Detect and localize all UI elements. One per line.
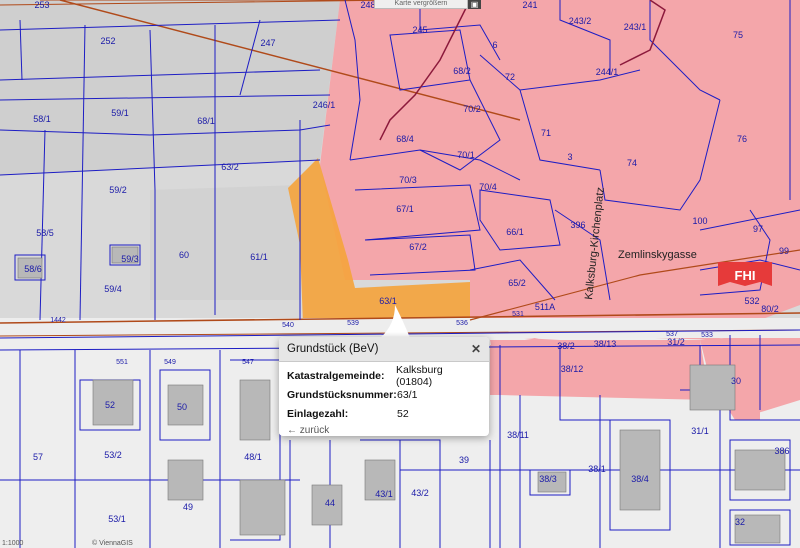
parcel-label: 60 <box>179 250 189 260</box>
parcel-label: 38/2 <box>557 341 575 351</box>
parcel-label: 30 <box>731 376 741 386</box>
parcel-label: 38/4 <box>631 474 649 484</box>
parcel-label: 44 <box>325 498 335 508</box>
parcel-label: 386 <box>774 446 789 456</box>
back-link[interactable]: ← zurück <box>279 423 489 436</box>
parcel-label: 53/2 <box>104 450 122 460</box>
parcel-label: 58/5 <box>36 228 54 238</box>
parcel-label: 247 <box>260 38 275 48</box>
parcel-label: 536 <box>456 320 468 327</box>
parcel-label: 70/3 <box>399 175 417 185</box>
parcel-label: 547 <box>242 359 254 366</box>
popup-value: Kalksburg (01804) <box>395 363 443 388</box>
parcel-label: 38/13 <box>594 339 617 349</box>
popup-row: Grundstücksnummer: 63/1 <box>279 385 489 404</box>
map-canvas[interactable]: 253 248 245 241 243/2 243/1 75 252 247 6… <box>0 0 800 548</box>
parcel-label: 70/4 <box>479 182 497 192</box>
parcel-label: 38/1 <box>588 464 606 474</box>
attribution-label: © ViennaGIS <box>92 540 133 547</box>
parcel-label: 52 <box>105 400 115 410</box>
parcel-label: 243/1 <box>624 22 647 32</box>
parcel-label: 3 <box>567 152 572 162</box>
parcel-label: 38/3 <box>539 474 557 484</box>
popup-key: Grundstücksnummer: <box>287 388 397 401</box>
parcel-label: 58/1 <box>33 114 51 124</box>
parcel-label: 6 <box>492 40 497 50</box>
cadastral-map[interactable]: 253 248 245 241 243/2 243/1 75 252 247 6… <box>0 0 800 548</box>
parcel-label: 67/2 <box>409 242 427 252</box>
popup-value: 52 <box>397 407 409 420</box>
parcel-label: 59/2 <box>109 185 127 195</box>
parcel-label: 1442 <box>50 317 66 324</box>
parcel-label: 80/2 <box>761 304 779 314</box>
parcel-label: 38/11 <box>507 430 529 440</box>
parcel-label: 99 <box>779 246 789 256</box>
parcel-label: 43/2 <box>411 488 429 498</box>
parcel-label: 53/1 <box>108 514 126 524</box>
parcel-label: 58/6 <box>24 264 42 274</box>
parcel-label: 245 <box>412 25 427 35</box>
parcel-label: 76 <box>737 134 747 144</box>
parcel-label: 531 <box>512 311 524 318</box>
parcel-label: 39 <box>459 455 469 465</box>
popup-header: Grundstück (BeV) ✕ <box>279 337 489 362</box>
parcel-label: 59/1 <box>111 108 129 118</box>
parcel-label: 246/1 <box>313 100 336 110</box>
street-label-zemlinskygasse: Zemlinskygasse <box>618 249 697 261</box>
parcel-label: 50 <box>177 402 187 412</box>
parcel-label: 70/2 <box>463 104 481 114</box>
parcel-label: 72 <box>505 72 515 82</box>
parcel-label: 59/4 <box>104 284 122 294</box>
parcel-label: 540 <box>282 322 294 329</box>
popup-title: Grundstück (BeV) <box>287 343 379 355</box>
parcel-label: 532 <box>744 296 759 306</box>
parcel-label: 71 <box>541 128 551 138</box>
logo-text: FHI <box>735 268 756 283</box>
parcel-label: 244/1 <box>596 67 619 77</box>
parcel-label: 61/1 <box>250 252 268 262</box>
parcel-label: 38/12 <box>561 364 584 374</box>
popup-value: 63/1 <box>397 388 418 401</box>
parcel-label: 63/1 <box>379 296 397 306</box>
parcel-label: 68/1 <box>197 116 215 126</box>
parcel-label: 533 <box>701 332 713 339</box>
parcel-label: 549 <box>164 359 176 366</box>
parcel-label: 43/1 <box>375 489 393 499</box>
close-icon[interactable]: ✕ <box>471 342 481 356</box>
parcel-label: 68/4 <box>396 134 414 144</box>
parcel-label: 59/3 <box>121 254 139 264</box>
parcel-label: 65/2 <box>508 278 526 288</box>
popup-row: Katastralgemeinde: Kalksburg (01804) <box>279 363 489 388</box>
parcel-label: 241 <box>522 0 537 10</box>
parcel-label: 74 <box>627 158 637 168</box>
parcel-label: 57 <box>33 452 43 462</box>
parcel-label: 31/1 <box>691 426 709 436</box>
expand-icon[interactable]: ▣ <box>468 0 481 9</box>
parcel-label: 252 <box>100 36 115 46</box>
parcel-label: 70/1 <box>457 150 475 160</box>
scale-label: 1:1000 <box>2 540 24 547</box>
parcel-label: 97 <box>753 224 763 234</box>
parcel-label: 551 <box>116 359 128 366</box>
parcel-label: 243/2 <box>569 16 592 26</box>
parcel-label: 49 <box>183 502 193 512</box>
parcel-label: 511A <box>535 302 555 312</box>
parcel-label: 100 <box>692 216 707 226</box>
parcel-label: 63/2 <box>221 162 239 172</box>
parcel-label: 31/2 <box>667 337 685 347</box>
parcel-label: 75 <box>733 30 743 40</box>
parcel-label: 68/2 <box>453 66 471 76</box>
parcel-label: 253 <box>34 0 49 10</box>
parcel-label: 67/1 <box>396 204 414 214</box>
parcel-info-popup: Grundstück (BeV) ✕ Katastralgemeinde: Ka… <box>279 337 489 436</box>
parcel-label: 48/1 <box>244 452 262 462</box>
parcel-label: 539 <box>347 320 359 327</box>
parcel-label: 396 <box>570 220 585 230</box>
parcel-label: 66/1 <box>506 227 524 237</box>
popup-key: Katastralgemeinde: <box>287 369 385 382</box>
parcel-label: 32 <box>735 517 745 527</box>
popup-key: Einlagezahl: <box>287 407 349 420</box>
enlarge-map-button[interactable]: Karte vergrößern <box>374 0 468 9</box>
popup-row: Einlagezahl: 52 <box>279 404 489 423</box>
